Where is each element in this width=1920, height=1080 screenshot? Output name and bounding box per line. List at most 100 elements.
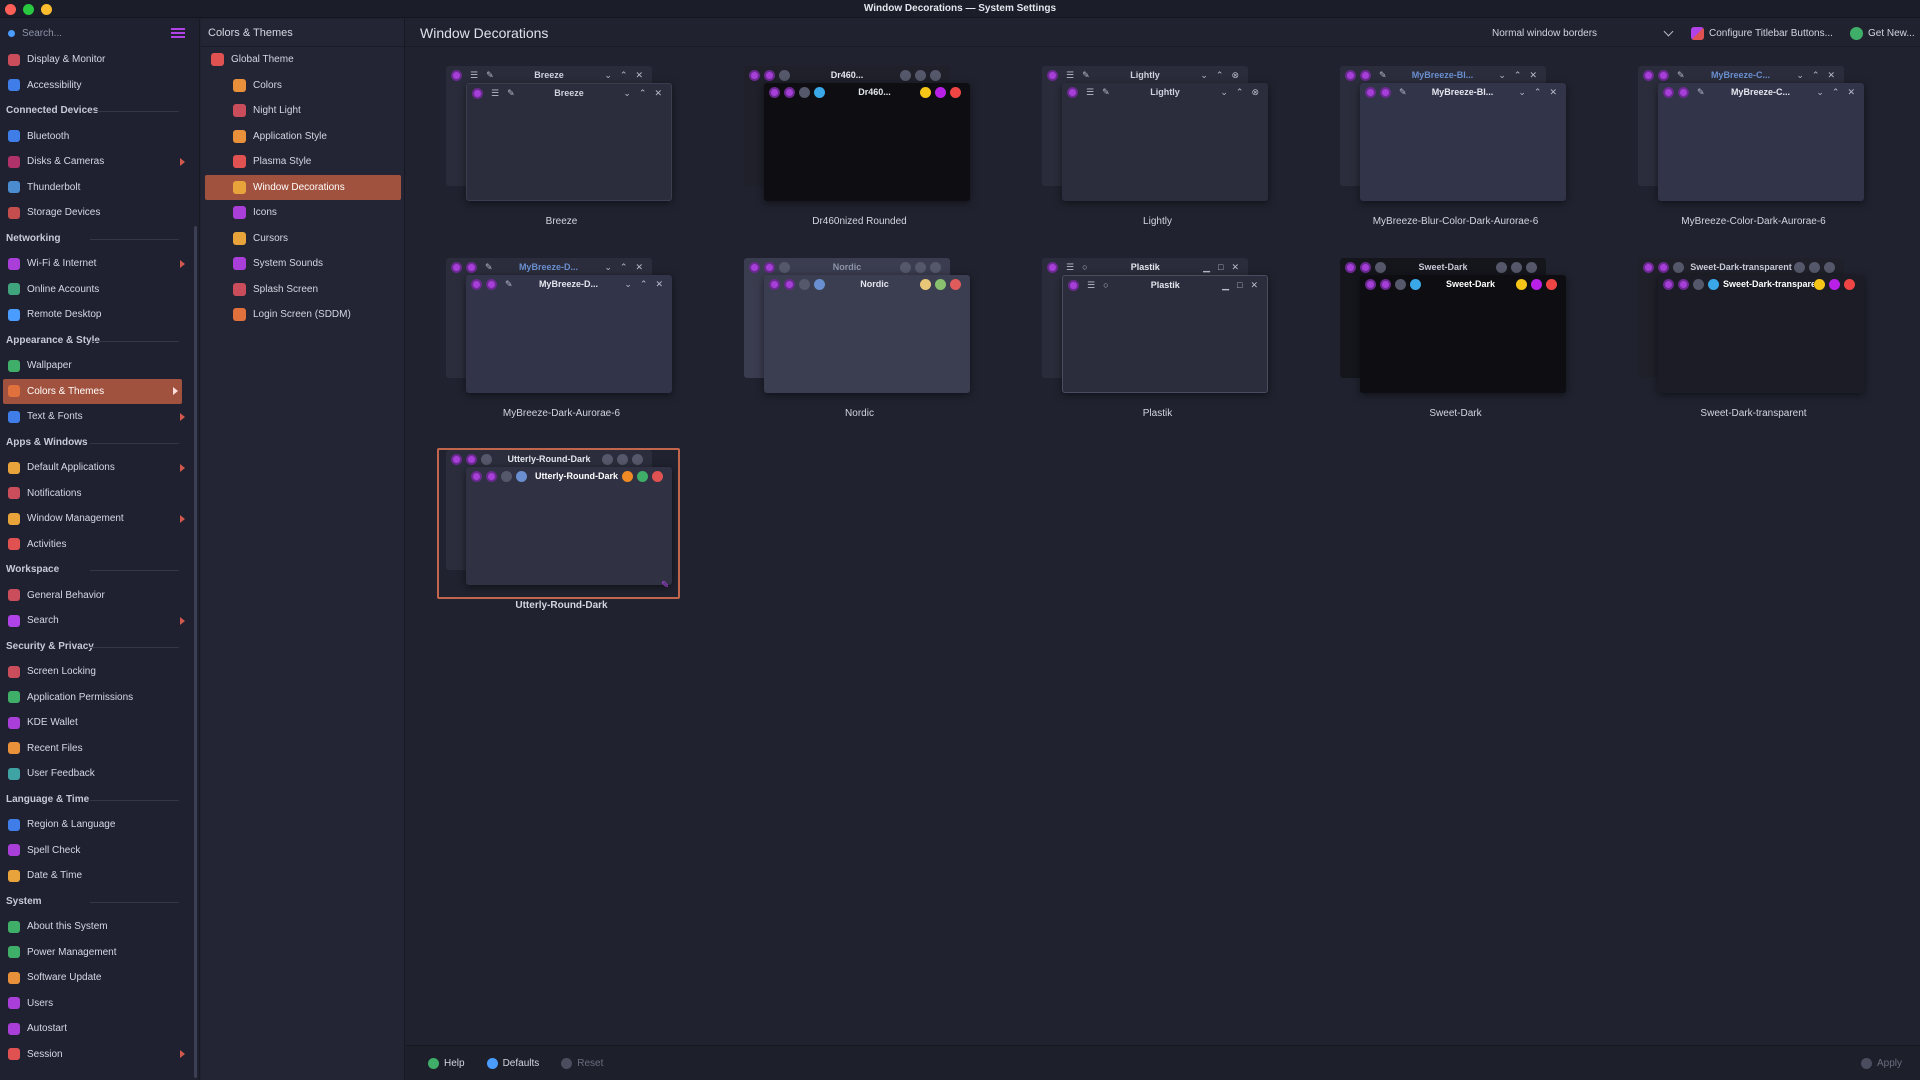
sidebar-item-label: User Feedback	[27, 768, 95, 780]
sidebar-item-activities[interactable]: Activities	[0, 532, 199, 558]
border-size-select[interactable]: Normal window borders	[1484, 22, 1682, 44]
preview-titlebar: Sweet-Dark-transparent	[1638, 258, 1844, 276]
sidebar-item-application-permissions[interactable]: Application Permissions	[0, 685, 199, 711]
sidebar-item-label: Search	[27, 615, 59, 627]
decoration-card[interactable]: Sweet-Dark Sweet-Dark Sweet-Dark	[1334, 258, 1577, 430]
preview-titlebar: ✎ MyBreeze-Bl... ⌄ ⌃ ✕	[1360, 83, 1566, 101]
decoration-name: Nordic	[845, 408, 874, 419]
icons-icon	[233, 206, 246, 220]
sidebar-item-disks-cameras[interactable]: Disks & Cameras	[0, 149, 199, 175]
sidebar-list: Display & Monitor Accessibility Connected …	[0, 47, 199, 1067]
sidebar-item-about-this-system[interactable]: About this System	[0, 914, 199, 940]
help-button[interactable]: Help	[428, 1057, 465, 1069]
sidebar-item-wi-fi-internet[interactable]: Wi-Fi & Internet	[0, 251, 199, 277]
sidebar-section-header: Language & Time	[0, 787, 199, 813]
sidebar-item-kde-wallet[interactable]: KDE Wallet	[0, 710, 199, 736]
sidebar-item-text-fonts[interactable]: Text & Fonts	[0, 404, 199, 430]
sidebar-item-search[interactable]: Search	[0, 608, 199, 634]
sidebar-item-online-accounts[interactable]: Online Accounts	[0, 277, 199, 303]
titlebar-button-icon	[799, 86, 810, 98]
maximize-window-button[interactable]	[23, 4, 34, 15]
hamburger-menu-icon[interactable]	[171, 28, 185, 38]
sidebar-search	[0, 19, 199, 47]
edit-icon[interactable]: ✎	[661, 580, 669, 591]
decoration-card[interactable]: ☰ ○ Plastik ▁ □ ✕ ☰ ○ Plastik ▁ □ ✕ Plastik	[1036, 258, 1279, 430]
decoration-card[interactable]: Nordic Nordic Nordic	[738, 258, 981, 430]
sidebar-section-header: System	[0, 889, 199, 915]
subcategory-item-window-decorations[interactable]: Window Decorations	[205, 174, 401, 200]
sidebar-item-thunderbolt[interactable]: Thunderbolt	[0, 175, 199, 201]
sidebar-item-users[interactable]: Users	[0, 991, 199, 1017]
pin-icon: ✎	[1102, 86, 1110, 97]
sidebar-item-user-feedback[interactable]: User Feedback	[0, 761, 199, 787]
sidebar-item-session[interactable]: Session	[0, 1042, 199, 1068]
preview-active-window: Nordic	[764, 275, 970, 393]
titlebar-button-icon	[1829, 278, 1840, 290]
subcategory-item-system-sounds[interactable]: System Sounds	[201, 251, 404, 277]
sidebar-item-colors-themes[interactable]: Colors & Themes	[3, 378, 182, 404]
defaults-button[interactable]: Defaults	[486, 1057, 539, 1069]
sidebar-item-bluetooth[interactable]: Bluetooth	[0, 124, 199, 150]
reset-button[interactable]: Reset	[561, 1057, 603, 1069]
sidebar-item-storage-devices[interactable]: Storage Devices	[0, 200, 199, 226]
decoration-card[interactable]: ✎ MyBreeze-Bl... ⌄ ⌃ ✕ ✎ MyBreeze-Bl... ⌄ ⌃ ✕ MyBr…	[1334, 66, 1577, 238]
sidebar-item-general-behavior[interactable]: General Behavior	[0, 583, 199, 609]
subcategory-item-icons[interactable]: Icons	[201, 200, 404, 226]
apply-button[interactable]: Apply	[1860, 1057, 1902, 1069]
titlebar-button-icon	[1375, 261, 1386, 273]
sidebar-item-label: Autostart	[27, 1023, 68, 1035]
sidebar-scrollbar[interactable]	[194, 226, 197, 1078]
get-new-button[interactable]: Get New...	[1850, 22, 1915, 44]
sidebar-item-notifications[interactable]: Notifications	[0, 481, 199, 507]
decoration-name: Breeze	[545, 216, 578, 227]
plasma-style-icon	[233, 155, 246, 169]
decoration-card[interactable]: Sweet-Dark-transparent Sweet-Dark-transpa…	[1632, 258, 1875, 430]
decoration-card[interactable]: ☰ ✎ Lightly ⌄ ⌃ ⊗ ☰ ✎ Lightly ⌄ ⌃ ⊗ Lightly	[1036, 66, 1279, 238]
subcategory-item-global-theme[interactable]: Global Theme	[201, 47, 404, 73]
subcategory-item-colors[interactable]: Colors	[201, 73, 404, 99]
preview-title: MyBreeze-Bl...	[1431, 87, 1494, 97]
titlebar-button-icon	[915, 69, 926, 81]
sidebar-section-header: Connected Devices	[0, 98, 199, 124]
app-menu-icon	[764, 69, 775, 81]
sidebar-item-wallpaper[interactable]: Wallpaper	[0, 353, 199, 379]
xcircle-icon: ⊗	[1251, 86, 1259, 97]
sidebar-item-window-management[interactable]: Window Management	[0, 506, 199, 532]
sidebar-item-date-time[interactable]: Date & Time	[0, 863, 199, 889]
titlebar-button-icon	[1410, 278, 1421, 290]
sidebar-item-recent-files[interactable]: Recent Files	[0, 736, 199, 762]
menu-icon: ☰	[1066, 69, 1075, 80]
subcategory-item-cursors[interactable]: Cursors	[201, 226, 404, 252]
sidebar-item-power-management[interactable]: Power Management	[0, 940, 199, 966]
subcategory-item-splash-screen[interactable]: Splash Screen	[201, 277, 404, 303]
sidebar-item-remote-desktop[interactable]: Remote Desktop	[0, 302, 199, 328]
decoration-card[interactable]: ✎ MyBreeze-D... ⌄ ⌃ ✕ ✎ MyBreeze-D... ⌄ ⌃ ✕ MyBree…	[440, 258, 683, 430]
decoration-card[interactable]: Utterly-Round-Dark Utterly-Round-Dark ✎ Utt…	[437, 448, 683, 622]
sidebar-item-region-language[interactable]: Region & Language	[0, 812, 199, 838]
sidebar-item-display-monitor[interactable]: Display & Monitor	[0, 47, 199, 73]
minimize-window-button[interactable]	[41, 4, 52, 15]
sidebar-item-screen-locking[interactable]: Screen Locking	[0, 659, 199, 685]
sidebar-item-autostart[interactable]: Autostart	[0, 1016, 199, 1042]
decoration-card[interactable]: ✎ MyBreeze-C... ⌄ ⌃ ✕ ✎ MyBreeze-C... ⌄ ⌃ ✕ MyBree…	[1632, 66, 1875, 238]
help-label: Help	[444, 1057, 465, 1069]
subcategory-item-login-screen-sddm[interactable]: Login Screen (SDDM)	[201, 302, 404, 328]
search-input[interactable]	[22, 27, 172, 39]
decoration-card[interactable]: Dr460... Dr460... Dr460nized Rounded	[738, 66, 981, 238]
decoration-name: MyBreeze-Dark-Aurorae-6	[502, 408, 621, 419]
sidebar-item-spell-check[interactable]: Spell Check	[0, 838, 199, 864]
chev-icon: ⌄	[1816, 86, 1824, 97]
sidebar-item-software-update[interactable]: Software Update	[0, 965, 199, 991]
configure-titlebar-buttons-button[interactable]: Configure Titlebar Buttons...	[1691, 22, 1833, 44]
sidebar-item-accessibility[interactable]: Accessibility	[0, 73, 199, 99]
decoration-card[interactable]: ☰ ✎ Breeze ⌄ ⌃ ✕ ☰ ✎ Breeze ⌄ ⌃ ✕ Breeze	[440, 66, 683, 238]
o-icon: ○	[1082, 262, 1088, 272]
app-menu-icon	[1658, 69, 1669, 81]
subcategory-item-plasma-style[interactable]: Plasma Style	[201, 149, 404, 175]
pin-icon: ✎	[1082, 69, 1090, 80]
x-icon: ✕	[635, 69, 643, 80]
close-window-button[interactable]	[5, 4, 16, 15]
sidebar-item-default-applications[interactable]: Default Applications	[0, 455, 199, 481]
subcategory-item-application-style[interactable]: Application Style	[201, 124, 404, 150]
subcategory-item-night-light[interactable]: Night Light	[201, 98, 404, 124]
